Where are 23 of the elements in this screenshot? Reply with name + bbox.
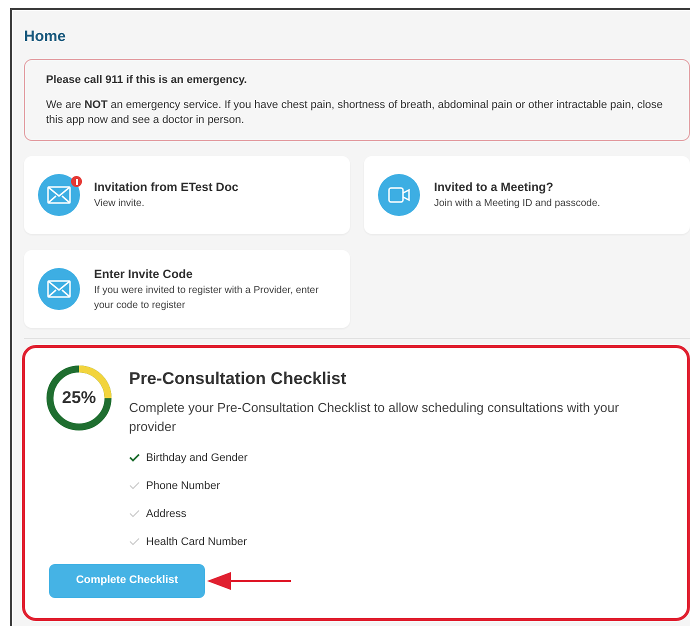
card-subtitle: If you were invited to register with a Provider, enter your code to register — [94, 284, 320, 312]
envelope-icon — [47, 280, 71, 298]
alert-heading: Please call 911 if this is an emergency. — [46, 72, 248, 88]
invite-card[interactable]: Enter Invite Code If you were invited to register with a Provider, enter your code to register — [24, 250, 350, 328]
page-title: Home — [24, 27, 67, 47]
checklist-description: Complete your Pre-Consultation Checklist to allow scheduling consultations with your provider — [129, 398, 620, 436]
checklist-item: Birthday and Gender — [146, 450, 248, 466]
video-camera-icon — [388, 187, 410, 203]
checklist-title: Pre-Consultation Checklist — [129, 368, 348, 390]
card-subtitle: View invite. — [94, 197, 146, 211]
card-subtitle: Join with a Meeting ID and passcode. — [434, 197, 600, 211]
invite-card[interactable]: Invitation from ETest Doc View invite. — [24, 156, 350, 234]
card-title: Invitation from ETest Doc — [94, 179, 238, 196]
progress-ring — [45, 364, 113, 432]
card-title: Invited to a Meeting? — [434, 179, 554, 196]
alert-message: We are NOT an emergency service. If you have chest pain, shortness of breath, abdominal pain or other intractable pain, close this app now and see a doctor in person. — [46, 98, 664, 128]
checklist-item: Health Card Number — [146, 534, 247, 550]
progress-percent: 25% — [62, 387, 96, 410]
invite-card[interactable]: Invited to a Meeting? Join with a Meeting ID and passcode. — [364, 156, 690, 234]
card-title: Enter Invite Code — [94, 266, 194, 282]
checklist-item: Phone Number — [146, 478, 220, 494]
checklist-item: Address — [146, 506, 186, 522]
envelope-icon — [47, 186, 71, 204]
